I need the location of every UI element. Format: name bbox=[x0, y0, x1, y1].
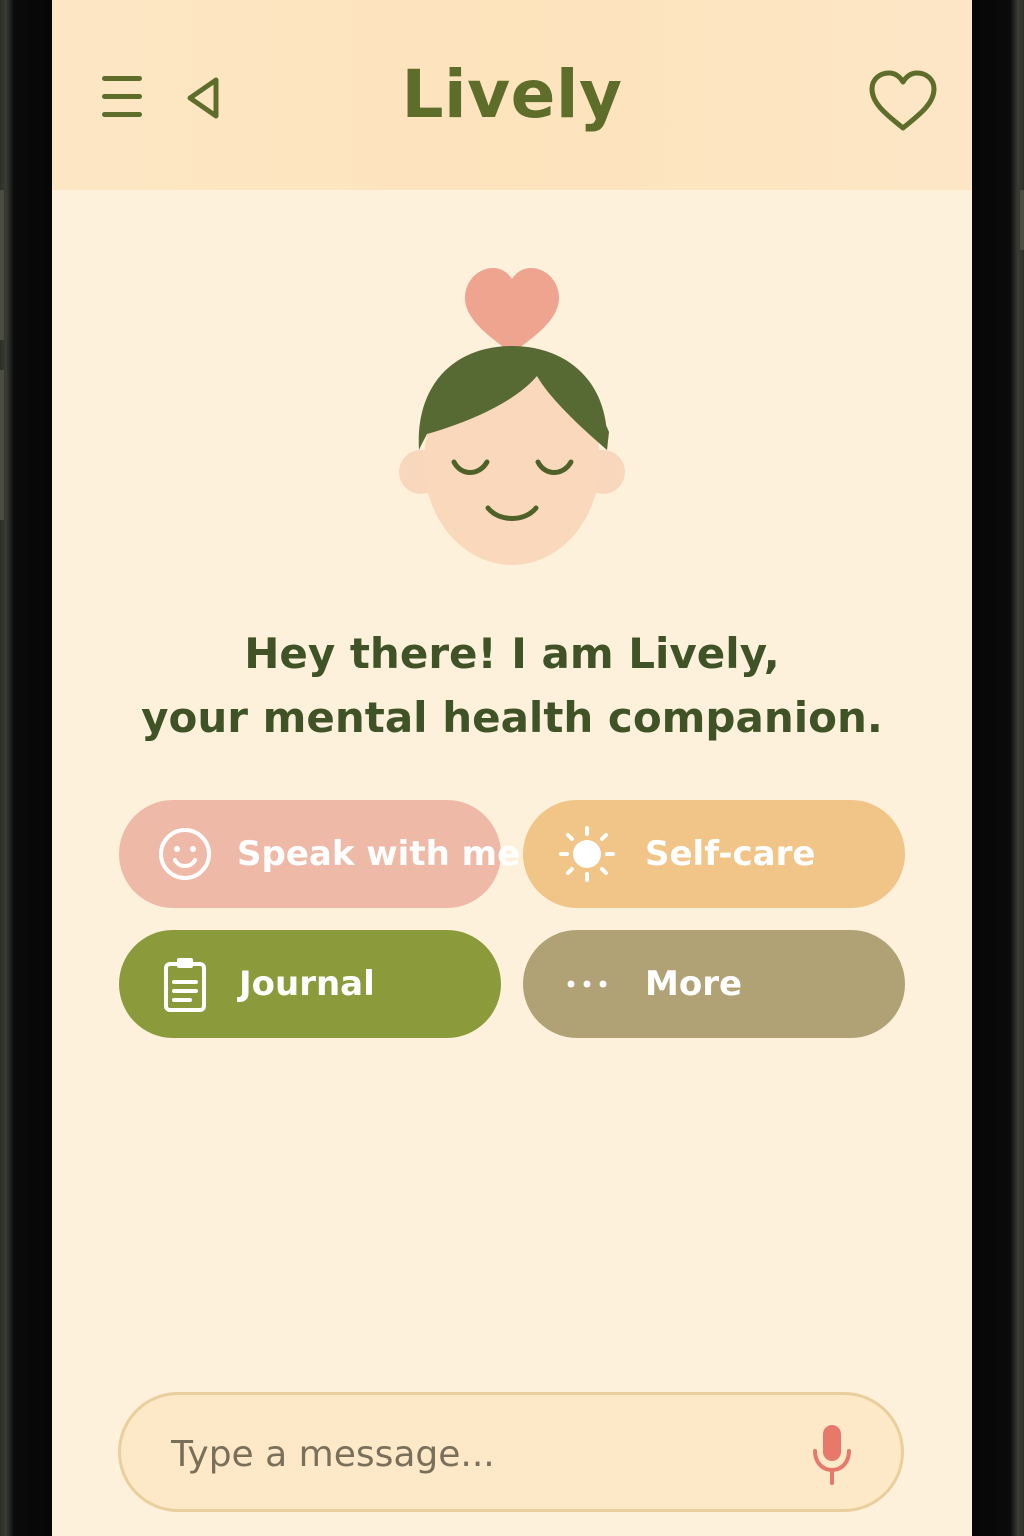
more-label: More bbox=[645, 964, 743, 1004]
message-composer bbox=[118, 1392, 904, 1512]
app-header: Lively bbox=[52, 0, 972, 190]
more-button[interactable]: More bbox=[523, 930, 905, 1038]
bezel-left bbox=[0, 0, 52, 1536]
self-care-label: Self-care bbox=[645, 834, 816, 874]
journal-label: Journal bbox=[239, 964, 375, 1004]
greeting-line-1: Hey there! I am Lively, bbox=[244, 629, 780, 678]
app-screen: Lively Hey there! I am Lively, your ment… bbox=[52, 0, 972, 1536]
speak-with-me-button[interactable]: Speak with me bbox=[119, 800, 520, 908]
greeting-text: Hey there! I am Lively, your mental heal… bbox=[52, 622, 972, 750]
speak-with-me-label: Speak with me bbox=[237, 834, 521, 874]
message-input[interactable] bbox=[169, 1419, 773, 1489]
app-title: Lively bbox=[401, 56, 623, 133]
self-care-button[interactable]: Self-care bbox=[523, 800, 905, 908]
phone-frame: Lively Hey there! I am Lively, your ment… bbox=[0, 0, 1024, 1536]
side-button bbox=[1020, 190, 1024, 250]
side-button bbox=[0, 370, 4, 520]
bezel-right bbox=[972, 0, 1024, 1536]
microphone-icon[interactable] bbox=[809, 1423, 855, 1487]
heart-icon bbox=[465, 268, 559, 354]
greeting-line-2: your mental health companion. bbox=[141, 693, 883, 742]
smiley-face-icon bbox=[155, 824, 215, 884]
sun-icon bbox=[557, 824, 617, 884]
heart-outline-icon[interactable] bbox=[868, 70, 938, 132]
journal-button[interactable]: Journal bbox=[119, 930, 501, 1038]
lively-avatar-illustration bbox=[397, 262, 627, 572]
clipboard-icon bbox=[155, 954, 215, 1014]
side-button bbox=[0, 190, 4, 340]
ellipsis-icon bbox=[557, 954, 617, 1014]
